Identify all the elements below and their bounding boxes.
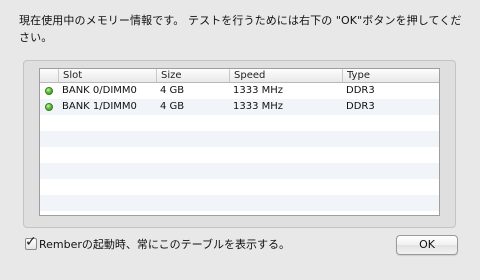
table-body: BANK 0/DIMM0 4 GB 1333 MHz DDR3 BANK 1/D… [40,83,439,215]
memory-table[interactable]: Slot Size Speed Type BANK 0/DIMM0 4 GB 1… [39,68,440,216]
column-header-size[interactable]: Size [156,69,229,82]
table-header: Slot Size Speed Type [40,69,439,83]
column-header-slot[interactable]: Slot [58,69,156,82]
size-cell: 4 GB [160,85,185,96]
type-cell: DDR3 [346,85,375,96]
show-on-launch-checkbox[interactable]: ✓ [25,234,37,250]
empty-table-row [40,115,439,131]
table-row[interactable]: BANK 1/DIMM0 4 GB 1333 MHz DDR3 [40,99,439,115]
empty-table-row [40,211,439,215]
checkmark-icon: ✓ [25,234,37,250]
slot-cell: BANK 1/DIMM0 [62,101,137,112]
green-status-dot-icon [45,87,53,95]
slot-cell: BANK 0/DIMM0 [62,85,137,96]
column-header-type[interactable]: Type [342,69,439,82]
column-header-speed[interactable]: Speed [229,69,342,82]
speed-cell: 1333 MHz [233,101,284,112]
info-message: 現在使用中のメモリー情報です。 テストを行うためには右下の "OK"ボタンを押し… [19,14,462,44]
empty-table-row [40,179,439,195]
empty-table-row [40,195,439,211]
column-header-status[interactable] [40,69,58,82]
type-cell: DDR3 [346,101,375,112]
empty-table-row [40,147,439,163]
memory-info-dialog: 現在使用中のメモリー情報です。 テストを行うためには右下の "OK"ボタンを押し… [0,0,480,280]
speed-cell: 1333 MHz [233,85,284,96]
ok-button[interactable]: OK [396,235,458,255]
show-on-launch-label[interactable]: Remberの起動時、常にこのテーブルを表示する。 [39,236,290,252]
empty-table-row [40,131,439,147]
empty-table-row [40,163,439,179]
table-row[interactable]: BANK 0/DIMM0 4 GB 1333 MHz DDR3 [40,83,439,99]
show-on-launch-option[interactable]: ✓ Remberの起動時、常にこのテーブルを表示する。 [25,234,290,252]
green-status-dot-icon [45,103,53,111]
size-cell: 4 GB [160,101,185,112]
